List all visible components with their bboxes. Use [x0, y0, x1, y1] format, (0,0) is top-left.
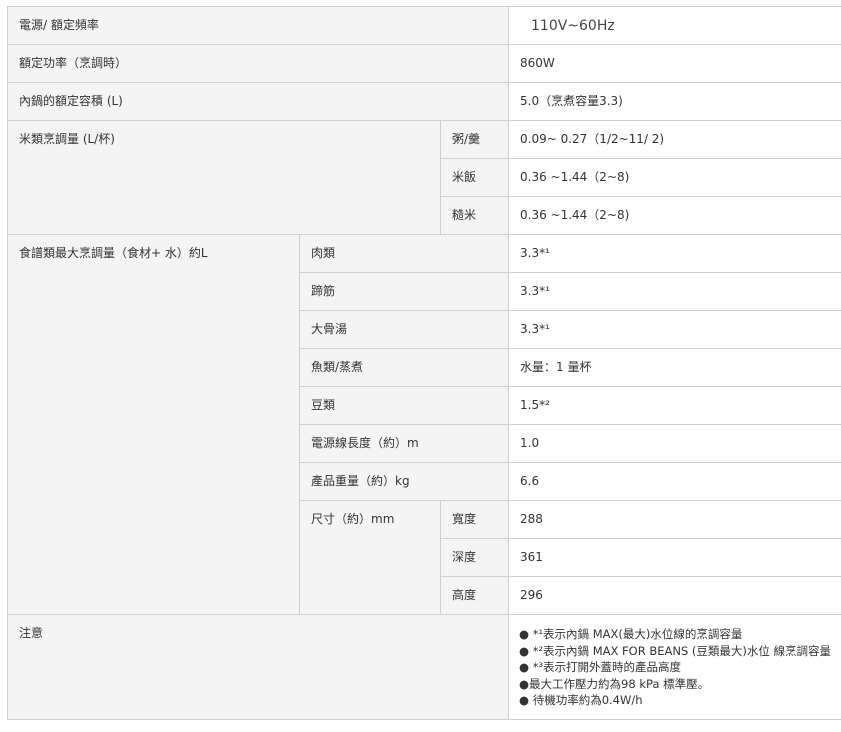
spec-sublabel-meat: 肉類 — [299, 234, 509, 273]
note-item: ● *¹表示內鍋 MAX(最大)水位線的烹調容量 — [519, 627, 743, 641]
spec-value-rated-power: 860W — [508, 44, 841, 83]
spec-label-cord-length: 電源線長度（約）m — [299, 424, 509, 463]
spec-value-tendon: 3.3*¹ — [508, 272, 841, 311]
spec-sublabel-bone-soup: 大骨湯 — [299, 310, 509, 349]
spec-label-dimensions: 尺寸（約）mm — [299, 500, 441, 615]
spec-label-weight: 產品重量（約）kg — [299, 462, 509, 501]
spec-label-notes: 注意 — [7, 614, 509, 720]
spec-value-depth: 361 — [508, 538, 841, 577]
spec-label-inner-pot-capacity: 內鍋的額定容積 (L) — [7, 82, 509, 121]
spec-value-porridge: 0.09~ 0.27（1/2~11/ 2) — [508, 120, 841, 159]
spec-sublabel-depth: 深度 — [440, 538, 509, 577]
spec-sublabel-beans: 豆類 — [299, 386, 509, 425]
spec-label-rated-power: 額定功率（烹調時） — [7, 44, 509, 83]
notes-list: ● *¹表示內鍋 MAX(最大)水位線的烹調容量 ● *²表示內鍋 MAX FO… — [519, 626, 841, 709]
spec-value-beans: 1.5*² — [508, 386, 841, 425]
spec-value-fish-steam: 水量：1 量杯 — [508, 348, 841, 387]
note-item: ● *³表示打開外蓋時的產品高度 — [519, 660, 682, 674]
spec-value-weight: 6.6 — [508, 462, 841, 501]
spec-value-brown-rice: 0.36 ~1.44（2~8) — [508, 196, 841, 235]
spec-value-height: 296 — [508, 576, 841, 615]
spec-sublabel-height: 高度 — [440, 576, 509, 615]
spec-sublabel-brown-rice: 糙米 — [440, 196, 509, 235]
spec-value-bone-soup: 3.3*¹ — [508, 310, 841, 349]
note-item: ● *²表示內鍋 MAX FOR BEANS (豆類最大)水位 線烹調容量 — [519, 643, 832, 658]
spec-value-rice: 0.36 ~1.44（2~8) — [508, 158, 841, 197]
spec-notes-cell: ● *¹表示內鍋 MAX(最大)水位線的烹調容量 ● *²表示內鍋 MAX FO… — [508, 614, 841, 720]
spec-value-inner-pot-capacity: 5.0（烹煮容量3.3) — [508, 82, 841, 121]
spec-sublabel-porridge: 粥/羹 — [440, 120, 509, 159]
note-item: ● 待機功率約為0.4W/h — [519, 693, 643, 707]
spec-label-power-source: 電源/ 額定頻率 — [7, 6, 509, 45]
spec-value-power-source: 110V~60Hz — [508, 6, 841, 45]
spec-label-rice-capacity: 米類烹調量 (L/杯) — [7, 120, 441, 235]
spec-sublabel-width: 寬度 — [440, 500, 509, 539]
spec-table: 電源/ 額定頻率 110V~60Hz 額定功率（烹調時） 860W 內鍋的額定容… — [7, 6, 841, 720]
note-item: ●最大工作壓力約為98 kPa 標準壓。 — [519, 676, 710, 691]
spec-sublabel-tendon: 蹄筋 — [299, 272, 509, 311]
spec-value-meat: 3.3*¹ — [508, 234, 841, 273]
spec-value-cord-length: 1.0 — [508, 424, 841, 463]
spec-label-food-capacity: 食譜類最大烹調量（食材+ 水）約L — [7, 234, 300, 615]
spec-sublabel-fish-steam: 魚類/蒸煮 — [299, 348, 509, 387]
spec-sublabel-rice: 米飯 — [440, 158, 509, 197]
spec-value-width: 288 — [508, 500, 841, 539]
